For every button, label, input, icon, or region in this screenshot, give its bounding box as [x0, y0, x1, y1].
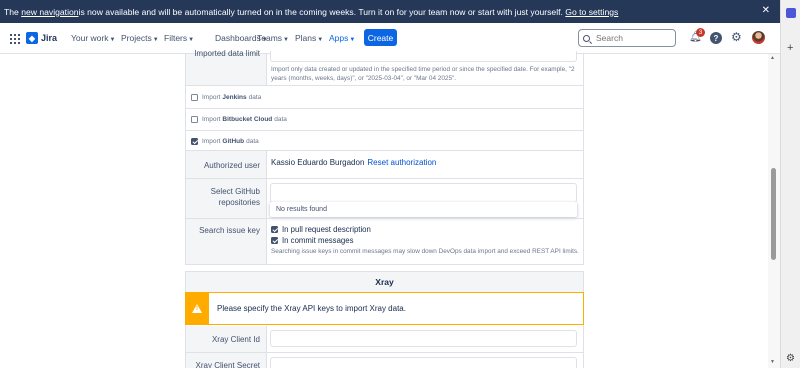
settings-gear-icon[interactable]: ⚙ — [731, 31, 742, 43]
chevron-down-icon: ▼ — [317, 37, 324, 43]
nav-filters[interactable]: Filters▼ — [164, 33, 194, 43]
sidebar-settings-icon[interactable]: ⚙ — [786, 353, 795, 364]
select-repos-input[interactable] — [270, 183, 577, 203]
notification-count-badge: 3 — [696, 28, 705, 37]
column-divider — [266, 326, 267, 368]
authorized-user-value: Kassio Eduardo Burgadon Reset authorizati… — [271, 158, 436, 167]
warning-icon: ! — [192, 304, 202, 313]
banner-text-prefix: The — [4, 6, 19, 17]
browser-sidebar: + ⚙ — [780, 0, 800, 368]
announcement-banner: The new navigation is now available and … — [0, 0, 780, 23]
warning-icon-area: ! — [185, 292, 209, 325]
reset-authorization-link[interactable]: Reset authorization — [367, 158, 436, 167]
imported-data-limit-label: Imported data limit — [194, 49, 260, 58]
row-divider — [186, 108, 583, 109]
create-button[interactable]: Create — [364, 29, 397, 46]
nav-projects[interactable]: Projects▼ — [121, 33, 159, 43]
imported-data-limit-help: Import only data created or updated in t… — [271, 66, 575, 82]
user-avatar[interactable] — [752, 31, 765, 44]
authorized-user-name: Kassio Eduardo Burgadon — [271, 158, 365, 167]
import-jenkins-option[interactable]: Import Jenkins data — [191, 94, 261, 101]
jira-logo-icon: ◆ — [26, 32, 38, 44]
xray-warning-text: Please specify the Xray API keys to impo… — [217, 304, 406, 313]
import-bitbucket-option[interactable]: Import Bitbucket Cloud data — [191, 116, 287, 123]
in-pull-request-checkbox[interactable] — [271, 226, 278, 233]
select-repos-label-line2: repositories — [218, 198, 260, 207]
no-results-text: No results found — [276, 206, 327, 213]
chevron-down-icon: ▼ — [283, 37, 289, 43]
xray-client-id-label: Xray Client Id — [211, 335, 260, 344]
search-input[interactable] — [596, 33, 666, 43]
in-commit-messages-checkbox[interactable] — [271, 237, 278, 244]
chevron-down-icon: ▼ — [349, 37, 356, 43]
row-divider — [186, 150, 583, 151]
imported-data-limit-input[interactable] — [270, 51, 577, 62]
chevron-down-icon: ▼ — [188, 37, 195, 43]
app-switcher-icon[interactable] — [10, 34, 20, 44]
row-divider — [186, 218, 583, 219]
search-issue-key-label: Search issue key — [199, 226, 260, 235]
nav-teams[interactable]: Teams▼ — [257, 33, 289, 43]
scroll-up-arrow-icon[interactable]: ▲ — [770, 55, 775, 61]
import-bitbucket-checkbox[interactable] — [191, 116, 198, 123]
chevron-down-icon: ▼ — [152, 37, 159, 43]
new-navigation-link[interactable]: new navigation — [21, 7, 78, 17]
scrollbar-thumb[interactable] — [771, 168, 776, 260]
xray-section-title: Xray — [186, 272, 583, 293]
import-github-option[interactable]: Import GitHub data — [191, 138, 259, 145]
in-commit-messages-option[interactable]: In commit messages — [271, 236, 354, 245]
extension-icon[interactable] — [786, 8, 796, 18]
xray-client-id-input[interactable] — [270, 330, 577, 347]
in-pull-request-option[interactable]: In pull request description — [271, 225, 371, 234]
nav-apps[interactable]: Apps▼ — [329, 33, 355, 43]
authorized-user-label: Authorized user — [203, 161, 260, 170]
jira-logo-text: Jira — [41, 33, 58, 43]
add-icon[interactable]: + — [787, 42, 793, 54]
import-github-checkbox[interactable] — [191, 138, 198, 145]
search-issue-key-help: Searching issue keys in commit messages … — [271, 248, 579, 255]
row-divider — [186, 130, 583, 131]
nav-plans[interactable]: Plans▼ — [295, 33, 323, 43]
banner-text-middle: is now available and will be automatical… — [78, 6, 563, 17]
repos-dropdown: No results found — [270, 202, 577, 217]
xray-client-secret-input[interactable] — [270, 357, 577, 368]
scroll-down-arrow-icon[interactable]: ▼ — [770, 359, 775, 365]
go-to-settings-link[interactable]: Go to settings — [565, 7, 618, 17]
jira-logo[interactable]: ◆ Jira — [26, 32, 57, 44]
xray-client-secret-label: Xray Client Secret — [195, 361, 260, 368]
search-field[interactable] — [578, 29, 676, 47]
close-banner-icon[interactable]: ✕ — [762, 5, 770, 16]
help-icon[interactable]: ? — [710, 32, 722, 44]
nav-your-work[interactable]: Your work▼ — [71, 33, 115, 43]
search-icon — [583, 34, 590, 42]
chevron-down-icon: ▼ — [109, 37, 116, 43]
row-divider — [186, 178, 583, 179]
row-divider — [186, 352, 583, 353]
select-repos-label-line1: Select GitHub — [210, 187, 260, 196]
import-jenkins-checkbox[interactable] — [191, 94, 198, 101]
